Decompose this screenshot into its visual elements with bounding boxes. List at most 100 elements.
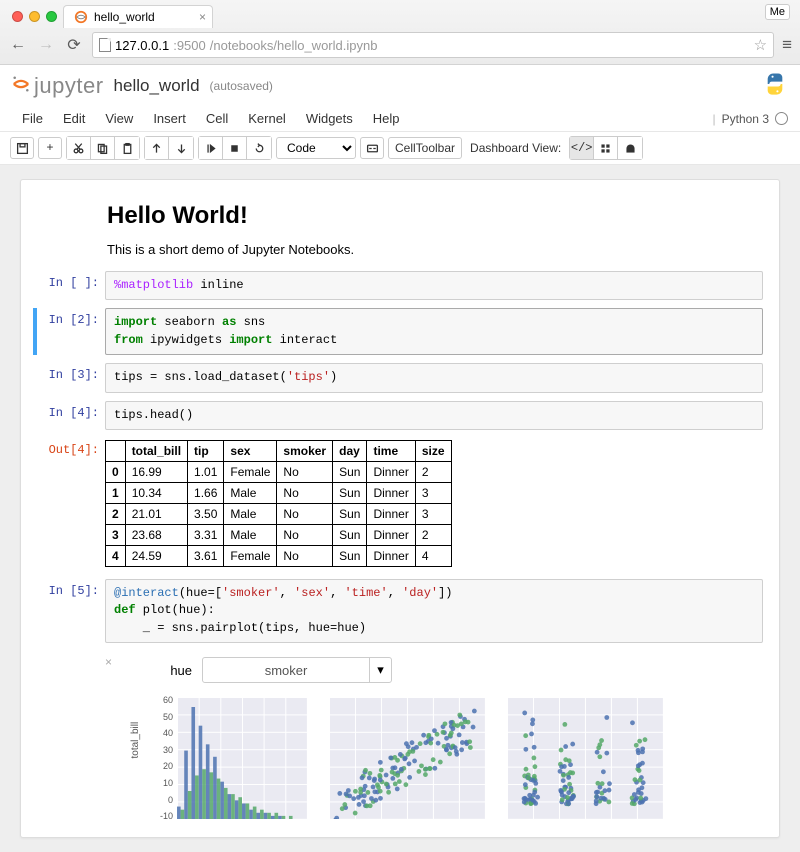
menubar: File Edit View Insert Cell Kernel Widget… — [0, 104, 800, 132]
hue-select-value: smoker — [203, 663, 369, 678]
paste-button[interactable] — [115, 137, 139, 159]
bookmark-icon[interactable]: ☆ — [754, 36, 767, 54]
chrome-menu-icon[interactable]: ≡ — [782, 35, 792, 55]
command-palette-button[interactable] — [360, 137, 384, 159]
code-input[interactable]: %matplotlib inline — [105, 271, 763, 300]
menu-cell[interactable]: Cell — [196, 107, 238, 130]
copy-button[interactable] — [91, 137, 115, 159]
jupyter-header: jupyter hello_world (autosaved) — [0, 65, 800, 104]
dashboard-view-label: Dashboard View: — [466, 141, 565, 155]
browser-chrome: hello_world × Me ← → ⟳ 127.0.0.1:9500/no… — [0, 0, 800, 65]
minimize-window-icon[interactable] — [29, 11, 40, 22]
tab-close-icon[interactable]: × — [199, 10, 206, 24]
markdown-cell[interactable]: Hello World! This is a short demo of Jup… — [37, 202, 763, 257]
move-group — [144, 136, 194, 160]
cut-button[interactable] — [67, 137, 91, 159]
cut-copy-paste-group — [66, 136, 140, 160]
run-button[interactable] — [199, 137, 223, 159]
output-cell-5: × hue smoker ▾ total_bill -1001020304050… — [37, 651, 763, 823]
menu-help[interactable]: Help — [363, 107, 410, 130]
code-input[interactable]: import seaborn as sns from ipywidgets im… — [105, 308, 763, 355]
prompt-in-5: In [5]: — [37, 579, 105, 643]
table-header: day — [333, 440, 367, 461]
code-input[interactable]: @interact(hue=['smoker', 'sex', 'time', … — [105, 579, 763, 643]
url-port: :9500 — [173, 38, 206, 53]
menu-edit[interactable]: Edit — [53, 107, 95, 130]
restart-button[interactable] — [247, 137, 271, 159]
python-icon — [762, 71, 788, 97]
pairplot-output: total_bill -100102030405060 — [105, 693, 763, 823]
prompt-in-blank: In [ ]: — [37, 271, 105, 300]
code-cell-3[interactable]: In [3]: tips = sns.load_dataset('tips') — [37, 363, 763, 392]
browser-tab[interactable]: hello_world × — [63, 5, 213, 28]
kernel-name: Python 3 — [722, 112, 769, 126]
hue-select[interactable]: smoker ▾ — [202, 657, 392, 683]
code-cell-5[interactable]: In [5]: @interact(hue=['smoker', 'sex', … — [37, 579, 763, 643]
cell-type-select[interactable]: Code — [276, 137, 356, 159]
table-header: size — [415, 440, 451, 461]
table-header: total_bill — [125, 440, 187, 461]
plot-panel-scatter-2 — [507, 693, 667, 823]
window-controls — [8, 11, 63, 28]
jupyter-logo-text: jupyter — [34, 73, 104, 99]
code-input[interactable]: tips.head() — [105, 401, 763, 430]
move-down-button[interactable] — [169, 137, 193, 159]
code-cell-1[interactable]: In [ ]: %matplotlib inline — [37, 271, 763, 300]
reload-button[interactable]: ⟳ — [64, 35, 84, 55]
output-cell-4: Out[4]: total_billtipsexsmokerdaytimesiz… — [37, 438, 763, 567]
cell-toolbar-button[interactable]: CellToolbar — [388, 137, 462, 159]
notebook-scroll[interactable]: Hello World! This is a short demo of Jup… — [0, 165, 800, 852]
interrupt-button[interactable] — [223, 137, 247, 159]
table-row: 323.683.31MaleNoSunDinner2 — [106, 524, 452, 545]
jupyter-logo[interactable]: jupyter — [12, 73, 104, 99]
table-header: sex — [224, 440, 277, 461]
markdown-text: This is a short demo of Jupyter Notebook… — [107, 242, 763, 257]
interact-widget: hue smoker ▾ — [122, 651, 763, 693]
prompt-out-4: Out[4]: — [37, 438, 105, 567]
tab-title: hello_world — [94, 10, 155, 24]
kernel-status-icon — [775, 112, 788, 125]
move-up-button[interactable] — [145, 137, 169, 159]
table-header: smoker — [277, 440, 333, 461]
y-axis-label: total_bill — [130, 722, 141, 759]
menu-file[interactable]: File — [12, 107, 53, 130]
dashboard-view-group: </> — [569, 136, 643, 160]
notebook-page: Hello World! This is a short demo of Jup… — [20, 179, 780, 838]
jupyter-favicon — [74, 10, 88, 24]
dashboard-code-button[interactable]: </> — [570, 137, 594, 159]
widget-close-icon[interactable]: × — [105, 655, 112, 669]
table-header — [106, 440, 126, 461]
kernel-indicator: | Python 3 — [713, 112, 789, 126]
menu-widgets[interactable]: Widgets — [296, 107, 363, 130]
dashboard-grid-button[interactable] — [594, 137, 618, 159]
url-input[interactable]: 127.0.0.1 :9500/notebooks/hello_world.ipy… — [92, 32, 774, 58]
maximize-window-icon[interactable] — [46, 11, 57, 22]
dashboard-report-button[interactable] — [618, 137, 642, 159]
url-host: 127.0.0.1 — [115, 38, 169, 53]
plot-panel-hist: -100102030405060 — [151, 693, 311, 823]
url-path: /notebooks/hello_world.ipynb — [210, 38, 378, 53]
close-window-icon[interactable] — [12, 11, 23, 22]
notebook-name[interactable]: hello_world — [114, 76, 200, 96]
code-input[interactable]: tips = sns.load_dataset('tips') — [105, 363, 763, 392]
markdown-heading: Hello World! — [107, 202, 763, 230]
table-row: 110.341.66MaleNoSunDinner3 — [106, 482, 452, 503]
table-row: 221.013.50MaleNoSunDinner3 — [106, 503, 452, 524]
table-header: time — [367, 440, 415, 461]
save-button[interactable] — [10, 137, 34, 159]
profile-button[interactable]: Me — [765, 4, 790, 20]
menu-insert[interactable]: Insert — [143, 107, 196, 130]
menu-view[interactable]: View — [95, 107, 143, 130]
insert-cell-button[interactable]: + — [38, 137, 62, 159]
back-button[interactable]: ← — [8, 36, 28, 54]
table-row: 424.593.61FemaleNoSunDinner4 — [106, 545, 452, 566]
code-cell-2[interactable]: In [2]: import seaborn as sns from ipywi… — [37, 308, 763, 355]
prompt-in-2: In [2]: — [37, 308, 105, 355]
tab-strip: hello_world × Me — [0, 0, 800, 28]
code-cell-4[interactable]: In [4]: tips.head() — [37, 401, 763, 430]
dropdown-caret-icon[interactable]: ▾ — [369, 658, 391, 682]
page-icon — [99, 38, 111, 52]
menu-kernel[interactable]: Kernel — [238, 107, 296, 130]
page: jupyter hello_world (autosaved) File Edi… — [0, 65, 800, 852]
dataframe-table: total_billtipsexsmokerdaytimesize 016.99… — [105, 440, 452, 567]
